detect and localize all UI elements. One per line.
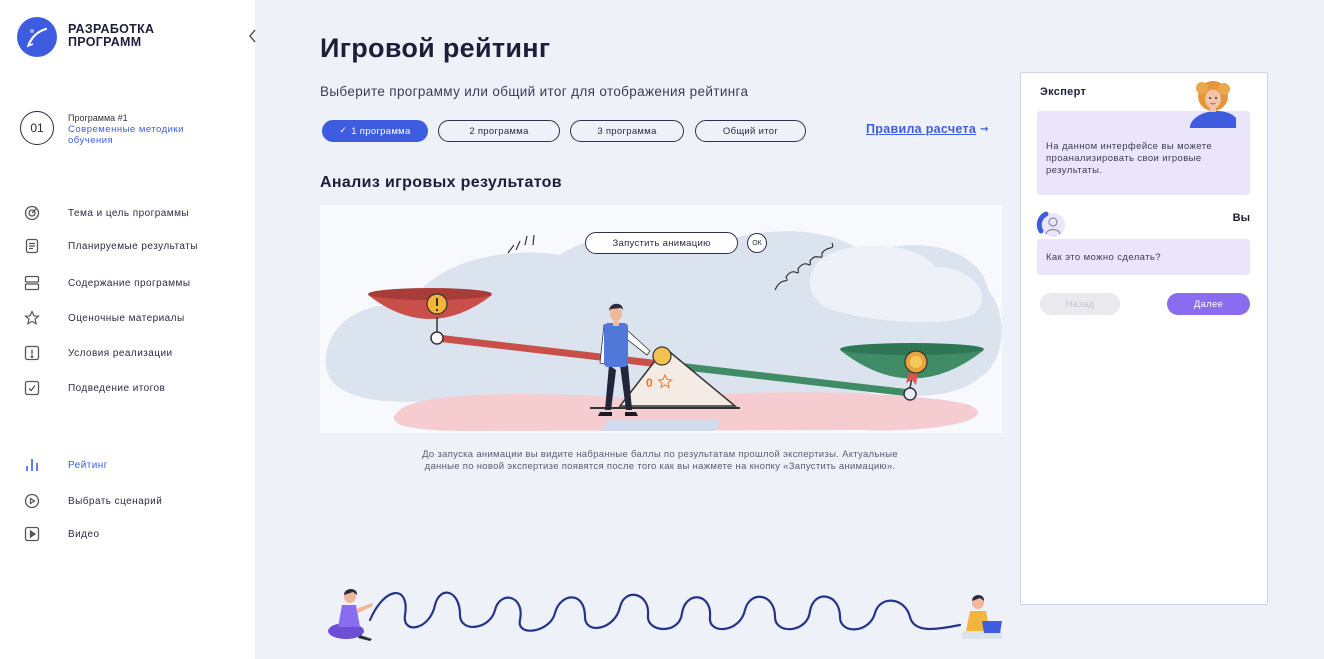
sidebar-item-label: Выбрать сценарий [68,495,163,507]
score-value: 0 [646,376,653,390]
layout-icon [24,275,40,291]
target-icon [24,205,40,221]
user-name: Вы [1232,212,1250,224]
sidebar-item-label: Условия реализации [68,347,173,359]
star-icon [24,310,40,326]
page-subtitle: Выберите программу или общий итог для от… [320,84,749,99]
user-message: Как это можно сделать? [1037,239,1250,275]
sidebar-item-rating[interactable]: Рейтинг [24,455,239,475]
sidebar-item-label: Рейтинг [68,459,108,471]
info-square-icon [24,345,40,361]
program-card[interactable]: 01 Программа #1 Современные методики обу… [18,108,218,152]
brand-line-2: ПРОГРАММ [68,35,142,49]
program-number: 01 [20,111,54,145]
sidebar-item-label: Оценочные материалы [68,312,185,324]
list-icon [25,238,39,254]
exclamation-icon [426,293,448,315]
chevron-left-icon[interactable] [246,27,260,45]
expert-name: Эксперт [1040,86,1087,98]
tab-label: 3 программа [597,125,657,137]
tab-label: 1 программа [351,125,411,137]
decorative-squiggle [328,589,1002,641]
bar-chart-icon [26,459,38,471]
sidebar: РАЗРАБОТКА ПРОГРАММ 01 Программа #1 Совр… [0,0,256,659]
tab-label: Общий итог [722,125,779,137]
page-title: Игровой рейтинг [320,33,551,63]
section-title: Анализ игровых результатов [320,174,562,191]
launch-animation-button[interactable]: Запустить анимацию [585,232,738,254]
video-icon [24,526,40,542]
sidebar-item-assessment[interactable]: Оценочные материалы [24,308,239,328]
sidebar-item-results[interactable]: Планируемые результаты [24,236,239,256]
rules-link-label: Правила расчета [866,122,977,136]
sidebar-item-topic[interactable]: Тема и цель программы [24,203,239,223]
sidebar-item-label: Планируемые результаты [68,240,198,252]
sidebar-item-summary[interactable]: Подведение итогов [24,378,239,398]
program-subtitle: Современные методики обучения [68,124,184,146]
caption-line: До запуска анимации вы видите набранные … [422,449,898,460]
sidebar-item-label: Подведение итогов [68,382,166,394]
sidebar-item-video[interactable]: Видео [24,524,239,544]
brand-name: РАЗРАБОТКА ПРОГРАММ [68,23,154,49]
user-avatar [1036,211,1065,237]
check-icon: ✓ [339,126,348,136]
play-circle-icon [24,493,40,509]
tab-program-3[interactable]: 3 программа [570,120,684,142]
tab-program-2[interactable]: 2 программа [438,120,560,142]
ok-button[interactable]: ОК [747,233,767,253]
sidebar-item-label: Видео [68,528,100,540]
calculation-rules-link[interactable]: Правила расчета → [866,122,989,136]
logo-icon[interactable] [17,17,57,57]
sitting-woman-figure [328,589,373,641]
sidebar-item-conditions[interactable]: Условия реализации [24,343,239,363]
arrow-right-icon: → [980,123,989,135]
sidebar-item-content[interactable]: Содержание программы [24,273,239,293]
check-square-icon [24,380,40,396]
next-button[interactable]: Далее [1167,293,1250,315]
expert-avatar [1190,81,1236,128]
sidebar-item-scenario[interactable]: Выбрать сценарий [24,491,239,511]
laptop-person-figure [962,595,1002,639]
tab-label: 2 программа [469,125,529,137]
sidebar-item-label: Содержание программы [68,277,191,289]
sidebar-item-label: Тема и цель программы [68,207,190,219]
program-title: Программа #1 [68,113,128,123]
illustration-caption: До запуска анимации вы видите набранные … [340,449,980,473]
tab-total[interactable]: Общий итог [695,120,806,142]
tab-program-1[interactable]: ✓ 1 программа [322,120,428,142]
back-button[interactable]: Назад [1040,293,1120,315]
caption-line: данные по новой экспертизе появятся посл… [424,461,896,472]
